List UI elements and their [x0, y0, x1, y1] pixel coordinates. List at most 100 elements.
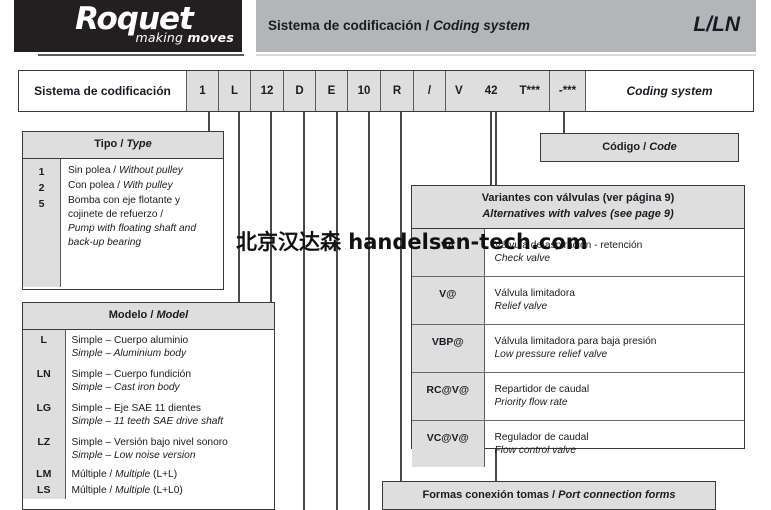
- connector-line-c5: [336, 112, 338, 510]
- header-underline-rule: [256, 54, 756, 56]
- modelo-row-desc-en: Simple – Low noise version: [71, 450, 196, 462]
- tipo-key: 2: [38, 181, 45, 194]
- tipo-header-es: Tipo /: [94, 138, 127, 150]
- modelo-header: Modelo / Model: [23, 303, 274, 330]
- tipo-row-1-en: Without pulley: [118, 164, 183, 176]
- modelo-row-desc-es: Simple – Eje SAE 11 dientes: [71, 402, 202, 414]
- modelo-row-desc: Simple – Versión bajo nivel sonoro Simple…: [65, 432, 274, 466]
- formas-port-connection-box: Formas conexión tomas / Port connection …: [382, 481, 716, 510]
- tipo-row-2-es: Con polea /: [68, 179, 123, 191]
- valvulas-header-en: Alternatives with valves (see page 9): [482, 207, 674, 220]
- modelo-row-key: LG: [23, 397, 66, 432]
- page-header-bar: Sistema de codificación / Coding system …: [256, 0, 756, 52]
- coding-cell-6: 10: [348, 71, 381, 111]
- modelo-row-desc: Múltiple / Multiple (L+L): [65, 466, 274, 483]
- connector-line-tipo: [208, 112, 210, 133]
- modelo-row-desc-en: Multiple: [115, 485, 151, 497]
- coding-cell-7: R: [381, 71, 414, 111]
- tipo-row-3-en: Pump with floating shaft and back-up bea…: [68, 222, 196, 248]
- tipo-row-3: Bomba con eje flotante y cojinete de ref…: [68, 194, 216, 250]
- coding-cell-suffix: -***: [550, 71, 586, 111]
- valvulas-row-desc-es: Válvula limitadora para baja presión: [494, 335, 657, 347]
- formas-header-es: Formas conexión tomas /: [422, 489, 559, 501]
- modelo-row: LM Múltiple / Multiple (L+L): [23, 465, 274, 483]
- modelo-table: L Simple – Cuerpo aluminio Simple – Alumin…: [23, 329, 274, 500]
- coding-cell-4: D: [284, 71, 316, 111]
- watermark-text: 北京汉达森 handelsen-tech.com: [236, 230, 588, 254]
- connector-line-c4: [303, 112, 305, 510]
- modelo-row-desc-en: Simple – Cast iron body: [71, 382, 180, 394]
- valvulas-row-desc: Válvula limitadora para baja presión Low …: [484, 324, 744, 373]
- coding-cell-5: E: [316, 71, 348, 111]
- logo-tagline: making moves: [74, 30, 234, 45]
- valvulas-row-desc: Repartidor de caudal Priority flow rate: [484, 372, 744, 421]
- connector-line-c6: [368, 112, 370, 510]
- coding-system-row: Sistema de codificación 1 L 12 D E 10 R / V 42 T***…: [18, 70, 754, 112]
- product-code-badge: L/LN: [693, 13, 740, 36]
- modelo-row-desc-en: Simple – 11 teeth SAE drive shaft: [71, 416, 224, 428]
- modelo-row-key: LM: [23, 465, 66, 483]
- valvulas-row-desc-en: Priority flow rate: [494, 397, 568, 409]
- tipo-key: 5: [38, 197, 45, 210]
- modelo-model-box: Modelo / Model L Simple – Cuerpo aluminio…: [22, 302, 275, 510]
- tipo-header: Tipo / Type: [23, 132, 223, 159]
- valvulas-row-desc-en: Relief valve: [494, 301, 548, 313]
- coding-valve-part-3: T***: [519, 85, 540, 97]
- modelo-row: L Simple – Cuerpo aluminio Simple – Alumin…: [23, 329, 274, 364]
- modelo-row: LN Simple – Cuerpo fundición Simple – Cast…: [23, 363, 274, 398]
- codigo-code-box: Código / Code: [540, 133, 739, 162]
- modelo-row-desc: Múltiple / Multiple (L+L0): [65, 482, 274, 499]
- valvulas-table: VA Válvula de aspiración - retención Check…: [412, 228, 744, 468]
- logo-tagline-bold: moves: [187, 30, 234, 45]
- modelo-row-desc-tail: (L+L): [150, 468, 178, 480]
- modelo-row-desc-en: Simple – Aluminium body: [71, 348, 187, 360]
- connector-line-valvulas: [490, 112, 492, 187]
- page-title-en: Coding system: [433, 18, 530, 33]
- coding-row-label-es: Sistema de codificación: [19, 71, 187, 111]
- valvulas-variants-box: Variantes con válvulas (ver página 9) Al…: [411, 185, 745, 468]
- modelo-row-key: LS: [23, 482, 66, 500]
- modelo-row-desc: Simple – Eje SAE 11 dientes Simple – 11 t…: [65, 398, 274, 432]
- valvulas-row: VC@V@ Regulador de caudal Flow control val…: [412, 420, 744, 468]
- tipo-key-column: 1 2 5: [23, 158, 61, 287]
- modelo-row-desc-es: Simple – Cuerpo fundición: [71, 368, 192, 380]
- valvulas-row: V@ Válvula limitadora Relief valve: [412, 276, 744, 325]
- codigo-header-es: Código /: [602, 141, 650, 153]
- modelo-row-key: L: [23, 329, 66, 364]
- modelo-row-desc: Simple – Cuerpo fundición Simple – Cast i…: [65, 364, 274, 398]
- tipo-key: 1: [38, 165, 45, 178]
- modelo-row-desc-es: Múltiple /: [71, 468, 116, 480]
- valvulas-row-desc-en: Low pressure relief valve: [494, 349, 608, 361]
- tipo-grid: 1 2 5 Sin polea / Without pulley Con pol…: [23, 158, 223, 287]
- modelo-row: LZ Simple – Versión bajo nivel sonoro Simp…: [23, 431, 274, 466]
- page-title: Sistema de codificación / Coding system: [268, 0, 530, 52]
- coding-row-label-en: Coding system: [586, 71, 753, 111]
- coding-cell-3: 12: [251, 71, 284, 111]
- valvulas-row-key: VBP@: [412, 324, 485, 373]
- tipo-row-2: Con polea / With pulley: [68, 179, 216, 193]
- tipo-row-3-es: Bomba con eje flotante y cojinete de ref…: [68, 194, 181, 220]
- valvulas-row-desc-es: Repartidor de caudal: [494, 383, 590, 395]
- page-title-es: Sistema de codificación /: [268, 18, 434, 33]
- valvulas-row: RC@V@ Repartidor de caudal Priority flow r…: [412, 372, 744, 421]
- valvulas-header-es: Variantes con válvulas (ver página 9): [481, 192, 675, 204]
- formas-header-en: Port connection forms: [558, 489, 676, 501]
- tipo-row-1: Sin polea / Without pulley: [68, 164, 216, 178]
- modelo-row-key: LN: [23, 363, 66, 398]
- connector-line-c7: [400, 112, 402, 510]
- modelo-row-desc-es: Simple – Cuerpo aluminio: [71, 334, 189, 346]
- connector-line-codigo: [563, 112, 565, 135]
- tipo-header-en: Type: [126, 138, 152, 150]
- coding-cell-2: L: [219, 71, 251, 111]
- logo-underline-rule: [38, 54, 244, 56]
- modelo-row-desc-en: Multiple: [115, 468, 151, 480]
- modelo-header-es: Modelo /: [108, 309, 157, 321]
- logo-tagline-light: making: [135, 30, 188, 45]
- valvulas-row-key: V@: [412, 276, 485, 325]
- modelo-row-desc: Simple – Cuerpo aluminio Simple – Alumini…: [65, 330, 274, 364]
- connector-line-modelo: [238, 112, 240, 304]
- modelo-row-desc-es: Simple – Versión bajo nivel sonoro: [71, 436, 228, 448]
- coding-valve-part-2: 42: [484, 85, 498, 97]
- tipo-value-column: Sin polea / Without pulley Con polea / W…: [61, 159, 223, 287]
- modelo-row-desc-es: Múltiple /: [71, 485, 116, 497]
